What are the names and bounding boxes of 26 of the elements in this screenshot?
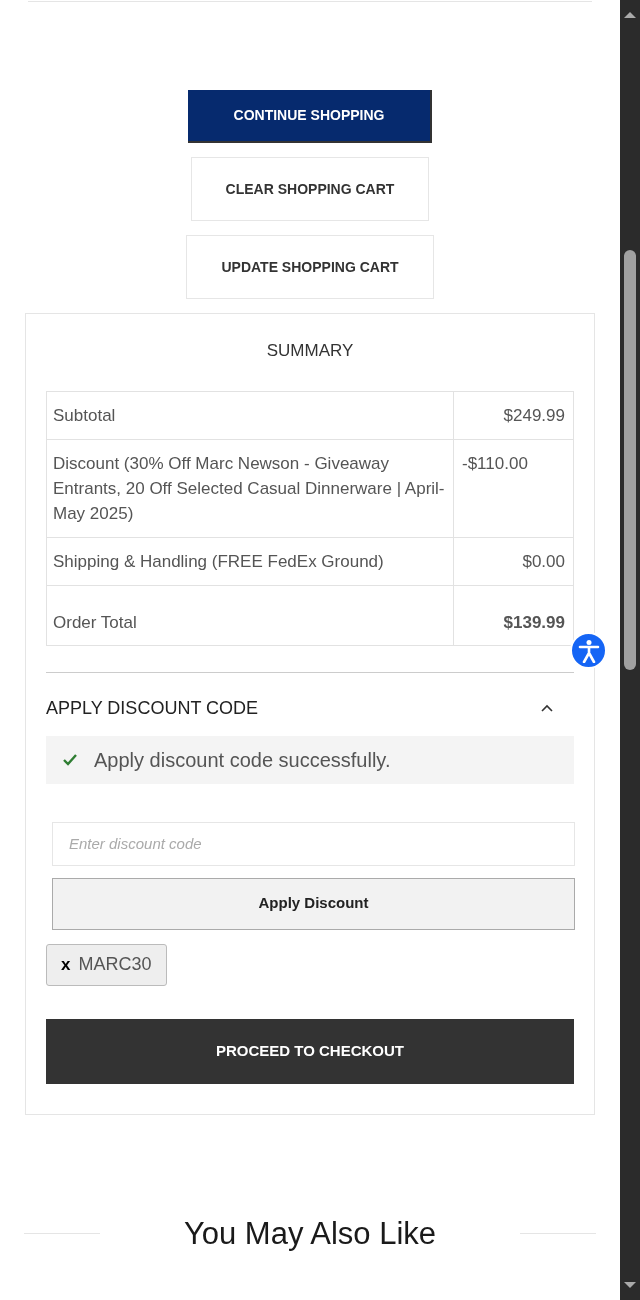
- scroll-up-icon[interactable]: [624, 10, 636, 18]
- summary-label: Order Total: [46, 585, 454, 645]
- success-message: Apply discount code successfully.: [94, 747, 391, 773]
- discount-code: MARC30: [78, 953, 152, 976]
- scroll-down-icon[interactable]: [624, 1282, 636, 1290]
- cart-action-button[interactable]: UPDATE SHOPPING CART: [186, 235, 434, 299]
- section-heading: You May Also Like: [182, 1214, 438, 1253]
- discount-code-field[interactable]: Enter discount code: [52, 821, 575, 866]
- check-icon: [62, 752, 78, 767]
- proceed-to-checkout-button[interactable]: PROCEED TO CHECKOUT: [46, 1018, 574, 1084]
- accessibility-person-icon: [577, 638, 600, 663]
- summary-label: Discount (30% Off Marc Newson - Giveaway Entrants, 20 Off Selected Casual Dinnerware | April-May 2025): [46, 439, 454, 537]
- summary-title: SUMMARY: [265, 340, 355, 362]
- discount-accordion-header[interactable]: APPLY DISCOUNT CODE: [46, 694, 574, 722]
- scrollbar-thumb[interactable]: [624, 250, 636, 670]
- remove-code-button[interactable]: x: [61, 951, 71, 978]
- summary-label: Subtotal: [46, 391, 454, 439]
- summary-amount: $0.00: [453, 537, 574, 585]
- continue-shopping-button[interactable]: CONTINUE SHOPPING: [188, 90, 432, 143]
- cart-action-button[interactable]: CLEAR SHOPPING CART: [190, 157, 430, 221]
- summary-amount: $139.99: [453, 585, 574, 645]
- summary-amount: $249.99: [453, 391, 574, 439]
- discount-section-title: APPLY DISCOUNT CODE: [46, 696, 259, 720]
- summary-amount: -$110.00: [453, 439, 574, 537]
- summary-label: Shipping & Handling (FREE FedEx Ground): [46, 537, 454, 585]
- apply-discount-button[interactable]: Apply Discount: [52, 877, 575, 930]
